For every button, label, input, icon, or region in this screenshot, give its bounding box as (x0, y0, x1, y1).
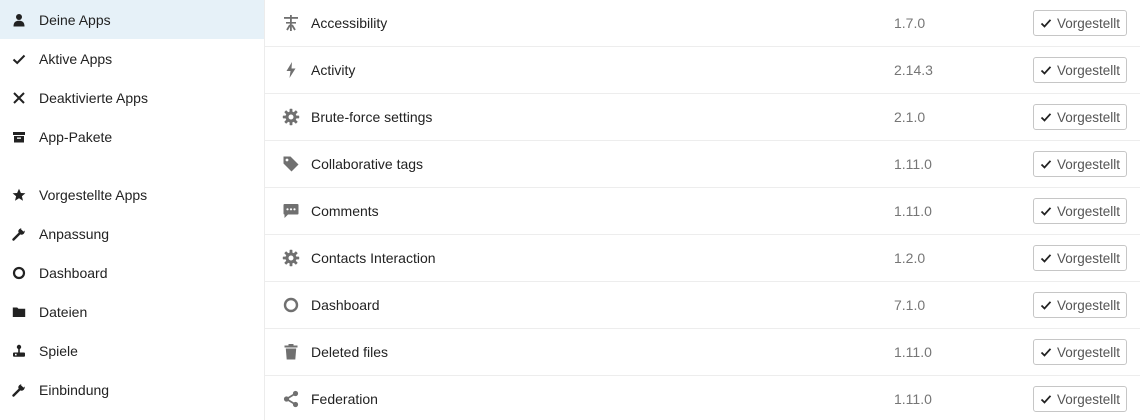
sidebar-item-deaktivierte-apps[interactable]: Deaktivierte Apps (0, 78, 264, 117)
featured-badge-label: Vorgestellt (1057, 297, 1121, 313)
featured-badge-label: Vorgestellt (1057, 109, 1121, 125)
sidebar-item-label: Deine Apps (39, 11, 111, 28)
sidebar-group-categories: Deine Apps Aktive Apps Deaktivierte Apps… (0, 0, 264, 156)
featured-badge-button[interactable]: Vorgestellt (1033, 292, 1128, 318)
featured-badge-label: Vorgestellt (1057, 62, 1121, 78)
accessibility-icon (282, 14, 300, 32)
app-version: 1.11.0 (894, 203, 932, 219)
app-row-federation[interactable]: Federation 1.11.0 Vorgestellt (265, 376, 1140, 420)
sidebar-item-vorgestellte-apps[interactable]: Vorgestellte Apps (0, 175, 264, 214)
checkmark-icon (12, 52, 26, 66)
lightning-icon (282, 61, 300, 79)
tag-icon (282, 155, 300, 173)
app-version: 1.2.0 (894, 250, 926, 266)
featured-badge-button[interactable]: Vorgestellt (1033, 339, 1128, 365)
sidebar: Deine Apps Aktive Apps Deaktivierte Apps… (0, 0, 265, 420)
user-icon (12, 13, 26, 27)
joystick-icon (12, 344, 26, 358)
checkmark-icon (1040, 393, 1052, 405)
close-icon (12, 91, 26, 105)
checkmark-icon (1040, 158, 1052, 170)
app-name: Accessibility (311, 15, 388, 31)
wrench-icon (12, 382, 26, 397)
featured-badge-button[interactable]: Vorgestellt (1033, 57, 1128, 83)
app-version: 1.11.0 (894, 391, 932, 407)
app-name: Contacts Interaction (311, 250, 436, 266)
sidebar-item-label: Vorgestellte Apps (39, 186, 148, 203)
gear-icon (282, 249, 300, 267)
app-row-brute-force-settings[interactable]: Brute-force settings 2.1.0 Vorgestellt (265, 94, 1140, 141)
sidebar-item-label: Anpassung (39, 225, 110, 242)
app-name: Comments (311, 203, 379, 219)
folder-icon (12, 305, 26, 319)
sidebar-item-label: Einbindung (39, 381, 110, 398)
comment-icon (282, 202, 300, 220)
sidebar-group-app-categories: Vorgestellte Apps Anpassung Dashboard Da… (0, 175, 264, 409)
sidebar-item-label: Spiele (39, 342, 78, 359)
app-row-collaborative-tags[interactable]: Collaborative tags 1.11.0 Vorgestellt (265, 141, 1140, 188)
app-version: 1.11.0 (894, 156, 932, 172)
trash-icon (282, 343, 300, 361)
gear-icon (282, 108, 300, 126)
app-row-deleted-files[interactable]: Deleted files 1.11.0 Vorgestellt (265, 329, 1140, 376)
app-row-comments[interactable]: Comments 1.11.0 Vorgestellt (265, 188, 1140, 235)
app-row-activity[interactable]: Activity 2.14.3 Vorgestellt (265, 47, 1140, 94)
checkmark-icon (1040, 346, 1052, 358)
wrench-icon (12, 226, 26, 241)
featured-badge-label: Vorgestellt (1057, 391, 1121, 407)
app-list: Accessibility 1.7.0 Vorgestellt Activity… (265, 0, 1140, 420)
app-name: Brute-force settings (311, 109, 433, 125)
app-version: 2.14.3 (894, 62, 933, 78)
star-icon (12, 188, 26, 202)
sidebar-item-label: Deaktivierte Apps (39, 89, 148, 106)
app-row-accessibility[interactable]: Accessibility 1.7.0 Vorgestellt (265, 0, 1140, 47)
sidebar-item-label: Dashboard (39, 264, 108, 281)
sidebar-item-app-pakete[interactable]: App-Pakete (0, 117, 264, 156)
sidebar-item-spiele[interactable]: Spiele (0, 331, 264, 370)
featured-badge-button[interactable]: Vorgestellt (1033, 386, 1128, 412)
app-version: 1.7.0 (894, 15, 926, 31)
checkmark-icon (1040, 299, 1052, 311)
sidebar-item-deine-apps[interactable]: Deine Apps (0, 0, 264, 39)
app-settings-window: Deine Apps Aktive Apps Deaktivierte Apps… (0, 0, 1140, 420)
featured-badge-button[interactable]: Vorgestellt (1033, 198, 1128, 224)
app-row-contacts-interaction[interactable]: Contacts Interaction 1.2.0 Vorgestellt (265, 235, 1140, 282)
sidebar-separator (0, 156, 264, 175)
sidebar-item-dashboard[interactable]: Dashboard (0, 253, 264, 292)
sidebar-item-label: App-Pakete (39, 128, 113, 145)
share-icon (282, 390, 300, 408)
checkmark-icon (1040, 17, 1052, 29)
sidebar-item-einbindung[interactable]: Einbindung (0, 370, 264, 409)
sidebar-item-anpassung[interactable]: Anpassung (0, 214, 264, 253)
app-name: Collaborative tags (311, 156, 424, 172)
circle-icon (12, 266, 26, 280)
sidebar-item-dateien[interactable]: Dateien (0, 292, 264, 331)
featured-badge-label: Vorgestellt (1057, 156, 1121, 172)
app-name: Activity (311, 62, 356, 78)
app-version: 1.11.0 (894, 344, 932, 360)
app-row-dashboard[interactable]: Dashboard 7.1.0 Vorgestellt (265, 282, 1140, 329)
featured-badge-button[interactable]: Vorgestellt (1033, 10, 1128, 36)
app-version: 2.1.0 (894, 109, 926, 125)
featured-badge-button[interactable]: Vorgestellt (1033, 151, 1128, 177)
app-version: 7.1.0 (894, 297, 926, 313)
checkmark-icon (1040, 111, 1052, 123)
featured-badge-label: Vorgestellt (1057, 203, 1121, 219)
featured-badge-label: Vorgestellt (1057, 15, 1121, 31)
checkmark-icon (1040, 252, 1052, 264)
featured-badge-button[interactable]: Vorgestellt (1033, 104, 1128, 130)
circle-icon (282, 296, 300, 314)
featured-badge-label: Vorgestellt (1057, 250, 1121, 266)
app-name: Federation (311, 391, 378, 407)
checkmark-icon (1040, 205, 1052, 217)
featured-badge-label: Vorgestellt (1057, 344, 1121, 360)
app-name: Dashboard (311, 297, 380, 313)
sidebar-item-label: Aktive Apps (39, 50, 113, 67)
checkmark-icon (1040, 64, 1052, 76)
sidebar-item-aktive-apps[interactable]: Aktive Apps (0, 39, 264, 78)
sidebar-item-label: Dateien (39, 303, 88, 320)
archive-icon (12, 130, 26, 144)
featured-badge-button[interactable]: Vorgestellt (1033, 245, 1128, 271)
app-name: Deleted files (311, 344, 389, 360)
